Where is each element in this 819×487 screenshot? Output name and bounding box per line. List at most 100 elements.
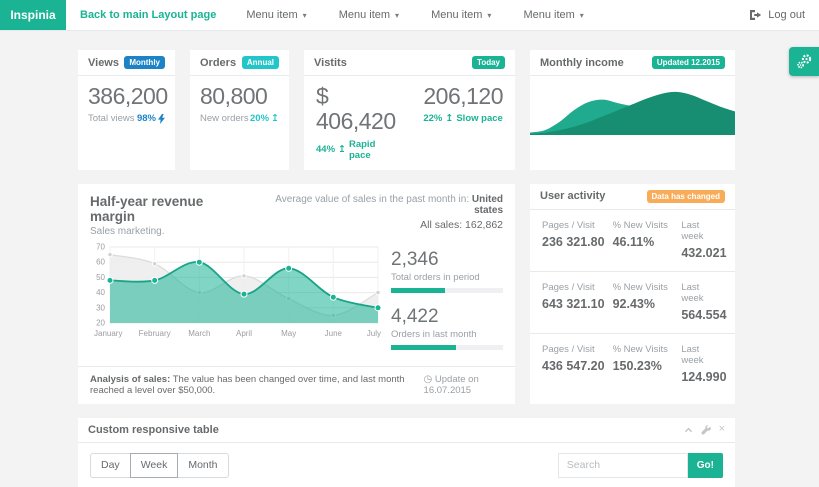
svg-text:30: 30	[96, 303, 105, 312]
views-label: Total views	[88, 113, 134, 124]
revenue-side-stats: 2,346 Total orders in period 4,422 Order…	[383, 241, 503, 363]
visits-value-1: $ 406,420	[316, 84, 399, 135]
analysis-text: Analysis of sales: The value has been ch…	[90, 374, 424, 396]
orders-value: 80,800	[200, 84, 279, 109]
sign-out-icon	[749, 9, 762, 21]
panel-title: Half-year revenue margin	[90, 194, 249, 224]
all-sales: All sales: 162,862	[249, 219, 503, 231]
visits-stat-block-2: 206,120 22% ↥ Slow pace	[423, 84, 503, 161]
level-up-icon: ↥	[445, 113, 453, 124]
menu-item-4[interactable]: Menu item ▾	[507, 0, 599, 30]
svg-text:June: June	[325, 329, 343, 338]
orders-in-period-value: 2,346	[391, 249, 503, 271]
views-card: Views Monthly 386,200 Total views 98%	[78, 50, 175, 170]
user-activity-header: User activity Data has changed	[530, 184, 735, 210]
status-badge: Today	[472, 56, 505, 69]
status-badge: Monthly	[124, 56, 165, 69]
svg-text:July: July	[367, 329, 381, 338]
views-stat: 98%	[137, 113, 165, 124]
visits-card: Vistits Today $ 406,420 44% ↥ Rapid pace…	[304, 50, 515, 170]
visits-stat-block-1: $ 406,420 44% ↥ Rapid pace	[316, 84, 399, 161]
orders-last-month-label: Orders in last month	[391, 329, 503, 340]
svg-text:February: February	[139, 329, 171, 338]
orders-card: Orders Annual 80,800 New orders 20% ↥	[190, 50, 289, 170]
svg-text:April: April	[236, 329, 252, 338]
table-panel-body: Day Week Month Go! # Project Name	[78, 443, 735, 487]
card-title: Orders	[200, 57, 236, 69]
logout-label: Log out	[768, 9, 805, 21]
revenue-panel: Half-year revenue margin Sales marketing…	[78, 184, 515, 404]
menu-item-label: Menu item	[339, 9, 390, 21]
panel-subtitle: Sales marketing.	[90, 226, 249, 237]
settings-button[interactable]	[701, 425, 711, 435]
views-card-header: Views Monthly	[78, 50, 175, 76]
orders-in-period-label: Total orders in period	[391, 272, 503, 283]
views-value: 386,200	[88, 84, 165, 109]
svg-text:March: March	[188, 329, 210, 338]
orders-card-header: Orders Annual	[190, 50, 289, 76]
user-activity-row: Pages / Visit643 321.10 % New Visits92.4…	[530, 272, 735, 334]
status-badge: Annual	[242, 56, 279, 69]
progress-bar	[391, 345, 503, 350]
brand-logo[interactable]: Inspinia	[0, 0, 66, 30]
menu-item-2[interactable]: Menu item ▾	[323, 0, 415, 30]
panel-title: Custom responsive table	[88, 424, 219, 436]
chevron-down-icon: ▾	[303, 11, 307, 20]
menu-item-3[interactable]: Menu item ▾	[415, 0, 507, 30]
progress-bar	[391, 288, 503, 293]
menu-item-label: Menu item	[246, 9, 297, 21]
bottom-row: Custom responsive table × Day Week	[78, 418, 735, 487]
svg-text:May: May	[281, 329, 296, 338]
revenue-notes: Average value of sales in the past month…	[249, 194, 503, 237]
revenue-footer: Analysis of sales: The value has been ch…	[78, 366, 515, 404]
table-controls: Day Week Month Go!	[90, 453, 723, 478]
middle-row: Half-year revenue margin Sales marketing…	[78, 184, 735, 404]
status-badge: Updated 12.2015	[652, 56, 725, 69]
update-info: ◷ Update on 16.07.2015	[424, 374, 503, 396]
revenue-body: 203040506070JanuaryFebruaryMarchAprilMay…	[78, 239, 515, 363]
panel-title: User activity	[540, 190, 605, 202]
gears-icon	[796, 53, 813, 70]
card-title: Vistits	[314, 57, 347, 69]
menu-item-1[interactable]: Menu item ▾	[230, 0, 322, 30]
go-button[interactable]: Go!	[688, 453, 723, 478]
revenue-line-chart: 203040506070JanuaryFebruaryMarchAprilMay…	[90, 241, 382, 345]
monthly-income-header: Monthly income Updated 12.2015	[530, 50, 735, 76]
monthly-income-area-chart	[530, 76, 735, 135]
views-card-body: 386,200 Total views 98%	[78, 76, 175, 133]
top-navbar: Inspinia Back to main Layout page Menu i…	[0, 0, 819, 31]
user-activity-row: Pages / Visit236 321.80 % New Visits46.1…	[530, 210, 735, 272]
menu-item-label: Menu item	[523, 9, 574, 21]
theme-config-button[interactable]	[789, 47, 819, 76]
orders-label: New orders	[200, 113, 249, 124]
stat-cards-row: Views Monthly 386,200 Total views 98% Or…	[78, 50, 735, 170]
back-to-layout-link[interactable]: Back to main Layout page	[66, 0, 230, 30]
chevron-down-icon: ▾	[580, 11, 584, 20]
table-panel-header: Custom responsive table ×	[78, 418, 735, 443]
visits-card-body: $ 406,420 44% ↥ Rapid pace 206,120 22% ↥…	[304, 76, 515, 170]
revenue-header: Half-year revenue margin Sales marketing…	[78, 184, 515, 239]
chevron-down-icon: ▾	[487, 11, 491, 20]
level-up-icon: ↥	[338, 144, 346, 155]
logout-button[interactable]: Log out	[749, 0, 819, 30]
collapse-button[interactable]	[684, 426, 693, 434]
status-badge: Data has changed	[647, 190, 725, 203]
orders-last-month-value: 4,422	[391, 306, 503, 328]
level-up-icon: ↥	[271, 113, 279, 124]
close-button[interactable]: ×	[719, 424, 725, 435]
wrench-icon	[701, 425, 711, 435]
svg-text:40: 40	[96, 288, 105, 297]
tab-month[interactable]: Month	[177, 453, 228, 478]
svg-text:70: 70	[96, 242, 105, 251]
svg-text:60: 60	[96, 257, 105, 266]
user-activity-row: Pages / Visit436 547.20 % New Visits150.…	[530, 334, 735, 395]
search-input[interactable]	[558, 453, 688, 478]
card-title: Monthly income	[540, 57, 624, 69]
visits-stat-1: 44% ↥ Rapid pace	[316, 139, 399, 161]
page-content: Views Monthly 386,200 Total views 98% Or…	[78, 50, 735, 487]
search-box: Go!	[558, 453, 723, 478]
chevron-down-icon: ▾	[395, 11, 399, 20]
tab-day[interactable]: Day	[90, 453, 131, 478]
orders-card-body: 80,800 New orders 20% ↥	[190, 76, 289, 133]
tab-week[interactable]: Week	[130, 453, 179, 478]
